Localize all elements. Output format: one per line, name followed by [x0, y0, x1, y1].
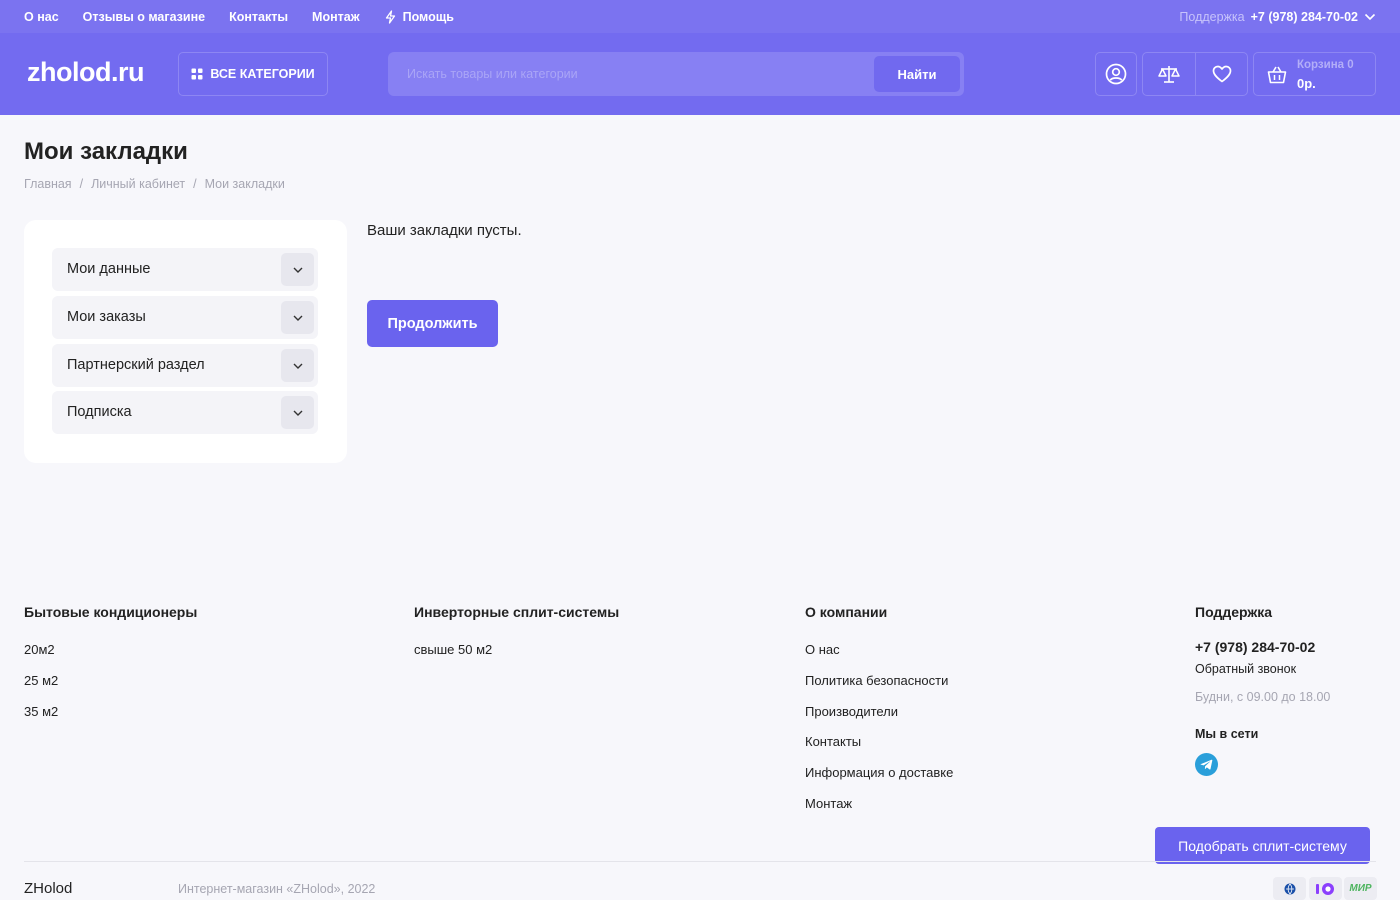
footer-link[interactable]: Политика безопасности — [805, 673, 948, 688]
breadcrumb-separator: / — [79, 177, 84, 191]
site-logo[interactable]: zholod.ru — [27, 57, 144, 88]
footer-divider — [24, 861, 1376, 862]
breadcrumb-separator: / — [193, 177, 197, 191]
footer-link[interactable]: 25 м2 — [24, 673, 58, 688]
page-title: Мои закладки — [24, 138, 188, 165]
footer-column-household: Бытовые кондиционеры 20м2 25 м2 35 м2 — [24, 604, 198, 719]
footer-link[interactable]: Контакты — [805, 734, 861, 749]
working-hours: Будни, с 09.00 до 18.00 — [1195, 690, 1331, 704]
cart-count: Корзина 0 — [1297, 59, 1354, 71]
chevron-down-icon[interactable] — [281, 301, 314, 334]
sidebar-item-partner[interactable]: Партнерский раздел — [52, 344, 318, 387]
footer-link[interactable]: Монтаж — [805, 796, 852, 811]
chevron-down-icon[interactable] — [281, 396, 314, 429]
footer-phone[interactable]: +7 (978) 284-70-02 — [1195, 639, 1315, 655]
footer-column-title: Поддержка — [1195, 604, 1273, 620]
top-link-about[interactable]: О нас — [24, 10, 59, 24]
footer-link[interactable]: Информация о доставке — [805, 765, 953, 780]
grid-icon — [191, 68, 203, 80]
footer-column-inverter: Инверторные сплит-системы свыше 50 м2 — [414, 604, 620, 657]
top-nav: О нас Отзывы о магазине Контакты Монтаж … — [24, 0, 454, 33]
footer-column-support: Поддержка +7 (978) 284-70-02 Обратный зв… — [1195, 604, 1330, 776]
continue-button[interactable]: Продолжить — [367, 300, 498, 347]
basket-icon — [1267, 66, 1287, 84]
top-link-contacts[interactable]: Контакты — [229, 10, 288, 24]
footer-column-title: О компании — [805, 604, 888, 620]
compare-favorites-group — [1142, 52, 1248, 96]
lightning-icon — [385, 9, 395, 24]
account-button[interactable] — [1095, 52, 1137, 96]
sidebar-item-label: Мои заказы — [67, 309, 146, 325]
footer-link[interactable]: 20м2 — [24, 642, 55, 657]
telegram-icon[interactable] — [1195, 753, 1218, 776]
mir-label: МИР — [1349, 883, 1372, 894]
search-input[interactable] — [388, 52, 868, 96]
top-link-reviews[interactable]: Отзывы о магазине — [83, 10, 205, 24]
scales-icon — [1158, 66, 1180, 83]
footer-column-title: Бытовые кондиционеры — [24, 604, 198, 620]
chevron-down-icon[interactable] — [1364, 13, 1376, 21]
sidebar-item-my-data[interactable]: Мои данные — [52, 248, 318, 291]
favorites-button[interactable] — [1196, 53, 1248, 95]
social-title: Мы в сети — [1195, 727, 1259, 741]
all-categories-button[interactable]: ВСЕ КАТЕГОРИИ — [178, 52, 328, 96]
footer-column-company: О компании О нас Политика безопасности П… — [805, 604, 953, 811]
chevron-down-icon[interactable] — [281, 253, 314, 286]
footer-link[interactable]: О нас — [805, 642, 840, 657]
visa-icon — [1273, 877, 1306, 900]
support-phone[interactable]: +7 (978) 284-70-02 — [1251, 10, 1358, 24]
footer-logo[interactable]: ZHolod — [24, 880, 72, 897]
footer-link[interactable]: свыше 50 м2 — [414, 642, 492, 657]
sidebar-item-my-orders[interactable]: Мои заказы — [52, 296, 318, 339]
pick-split-system-button[interactable]: Подобрать сплит-систему — [1155, 827, 1370, 864]
footer-column-title: Инверторные сплит-системы — [414, 604, 620, 620]
breadcrumb-current: Мои закладки — [204, 177, 285, 191]
footer-link[interactable]: 35 м2 — [24, 704, 58, 719]
cart-button[interactable]: Корзина 0 0р. — [1253, 52, 1376, 96]
top-link-help[interactable]: Помощь — [384, 10, 454, 24]
search-button[interactable]: Найти — [874, 56, 960, 92]
cart-total: 0р. — [1297, 76, 1316, 91]
sidebar-item-label: Партнерский раздел — [67, 357, 205, 373]
copyright: Интернет-магазин «ZHolod», 2022 — [178, 882, 376, 896]
breadcrumb-account[interactable]: Личный кабинет — [91, 177, 185, 191]
empty-bookmarks-message: Ваши закладки пусты. — [367, 222, 522, 239]
sidebar-item-subscription[interactable]: Подписка — [52, 391, 318, 434]
sidebar-item-label: Подписка — [67, 404, 132, 420]
user-icon — [1105, 63, 1127, 85]
search-bar: Найти — [388, 52, 964, 96]
yoomoney-icon — [1309, 877, 1342, 900]
chevron-down-icon[interactable] — [281, 349, 314, 382]
callback-link[interactable]: Обратный звонок — [1195, 662, 1296, 676]
compare-button[interactable] — [1143, 53, 1195, 95]
sidebar-item-label: Мои данные — [67, 261, 151, 277]
top-bar: О нас Отзывы о магазине Контакты Монтаж … — [0, 0, 1400, 33]
footer-link[interactable]: Производители — [805, 704, 898, 719]
main-header: zholod.ru ВСЕ КАТЕГОРИИ Найти Корзина 0 … — [0, 33, 1400, 115]
mir-icon: МИР — [1344, 877, 1377, 900]
support-label: Поддержка — [1179, 9, 1245, 24]
top-link-help-label: Помощь — [402, 9, 454, 24]
top-link-installation[interactable]: Монтаж — [312, 10, 360, 24]
account-sidebar: Мои данные Мои заказы Партнерский раздел… — [24, 220, 347, 463]
heart-icon — [1212, 65, 1232, 83]
all-categories-label: ВСЕ КАТЕГОРИИ — [210, 67, 315, 81]
breadcrumb-home[interactable]: Главная — [24, 177, 72, 191]
top-support[interactable]: Поддержка +7 (978) 284-70-02 — [1179, 0, 1376, 33]
breadcrumb: Главная / Личный кабинет / Мои закладки — [24, 177, 285, 191]
